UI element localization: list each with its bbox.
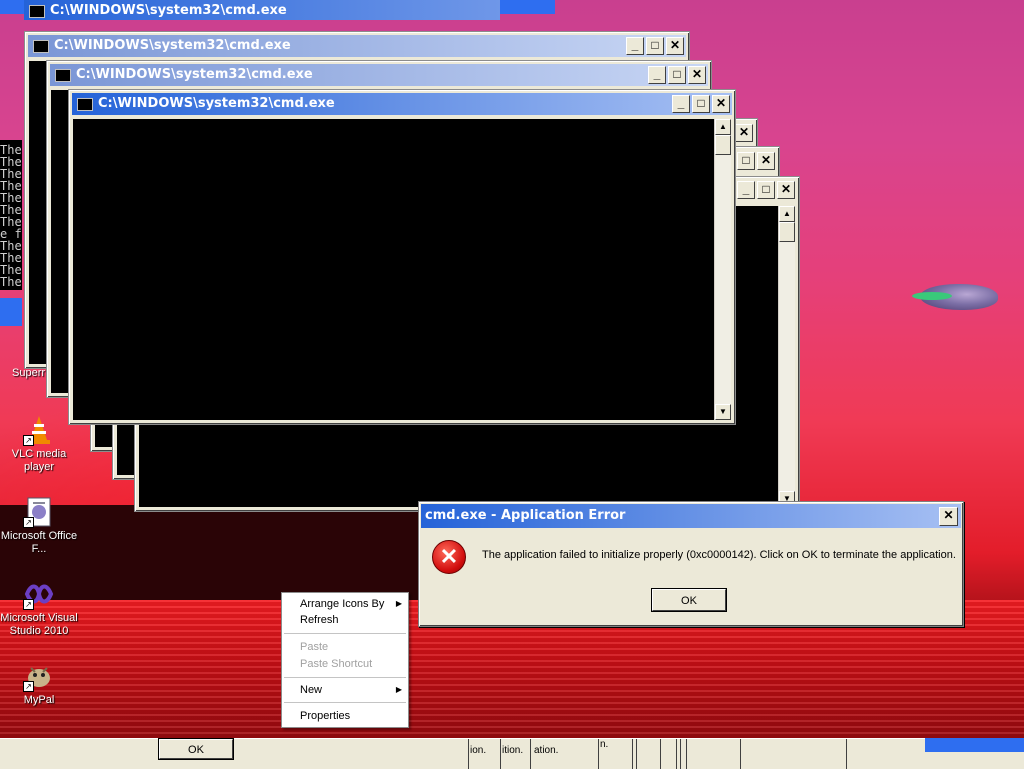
menu-item-properties[interactable]: Properties	[300, 710, 350, 722]
cmd-icon	[77, 98, 93, 111]
scroll-thumb[interactable]	[715, 135, 731, 155]
menu-item-new[interactable]: New	[300, 684, 322, 696]
vertical-scrollbar[interactable]: ▲ ▼	[778, 206, 795, 507]
minimize-button[interactable]: _	[648, 66, 666, 84]
submenu-arrow-icon: ▶	[395, 599, 402, 608]
taskbar-fragment: ation.	[534, 745, 559, 756]
cmd-icon	[29, 5, 45, 18]
scroll-thumb[interactable]	[779, 222, 795, 242]
window-title: C:\WINDOWS\system32\cmd.exe	[50, 3, 287, 18]
desktop-icon-label: MyPal	[23, 694, 55, 706]
close-button[interactable]: ✕	[666, 37, 684, 55]
maximize-button[interactable]: □	[646, 37, 664, 55]
window-title: C:\WINDOWS\system32\cmd.exe	[76, 67, 313, 82]
maximize-button[interactable]: □	[737, 152, 755, 170]
console-area[interactable]	[73, 119, 714, 420]
desktop-icon-visual-studio[interactable]: ↗ Microsoft Visual Studio 2010	[0, 578, 78, 638]
console-line: The	[0, 275, 22, 289]
console-fragment: The The The The The The The e f The The The The	[0, 140, 22, 290]
window-titlebar[interactable]: C:\WINDOWS\system32\cmd.exe _ □ ✕	[50, 64, 708, 86]
desktop-wallpaper-object	[912, 284, 998, 310]
desktop-icon-label: Microsoft Office F...	[0, 530, 78, 555]
maximize-button[interactable]: □	[692, 95, 710, 113]
maximize-button[interactable]: □	[668, 66, 686, 84]
error-x-icon: ✕	[432, 540, 466, 574]
menu-separator	[284, 677, 406, 678]
menu-item-paste: Paste	[300, 641, 329, 653]
window-title: C:\WINDOWS\system32\cmd.exe	[54, 38, 291, 53]
taskbar-ok-button[interactable]: OK	[158, 738, 234, 760]
scroll-down-arrow-icon[interactable]: ▼	[715, 404, 731, 420]
taskbar[interactable]: OK ion. ition. ation. n.	[0, 738, 1024, 769]
close-button[interactable]: ✕	[688, 66, 706, 84]
shortcut-arrow-icon: ↗	[23, 435, 34, 446]
office-document-icon: ↗	[23, 496, 55, 528]
shortcut-arrow-icon: ↗	[23, 517, 34, 528]
cmd-window-front[interactable]: C:\WINDOWS\system32\cmd.exe _ □ ✕ ▲ ▼	[68, 89, 736, 425]
close-button[interactable]: ✕	[712, 95, 730, 113]
desktop-icon-office[interactable]: ↗ Microsoft Office F...	[0, 496, 78, 556]
taskbar-fragment: ition.	[502, 745, 524, 756]
mypal-icon: ↗	[23, 660, 55, 692]
window-titlebar[interactable]: C:\WINDOWS\system32\cmd.exe _ □ ✕	[72, 93, 732, 115]
dialog-ok-button[interactable]: OK	[651, 588, 727, 612]
dialog-close-button[interactable]: ✕	[939, 507, 958, 526]
maximize-button[interactable]: □	[757, 181, 775, 199]
menu-item-refresh[interactable]: Refresh	[300, 614, 339, 626]
shortcut-arrow-icon: ↗	[23, 599, 34, 610]
glitch-blue-strip	[0, 298, 22, 326]
menu-separator	[284, 702, 406, 703]
close-button[interactable]: ✕	[735, 124, 753, 142]
scroll-up-arrow-icon[interactable]: ▲	[715, 119, 731, 135]
taskbar-fragment: n.	[600, 739, 609, 750]
cmd-icon	[55, 69, 71, 82]
menu-item-arrange-icons[interactable]: Arrange Icons By	[300, 598, 384, 610]
menu-separator	[284, 633, 406, 634]
desktop-icon-label: Microsoft Visual Studio 2010	[0, 612, 78, 637]
desktop-icon-mypal[interactable]: ↗ MyPal	[0, 660, 78, 707]
scroll-up-arrow-icon[interactable]: ▲	[779, 206, 795, 222]
minimize-button[interactable]: _	[626, 37, 644, 55]
cmd-icon	[33, 40, 49, 53]
dialog-title: cmd.exe - Application Error	[425, 508, 626, 523]
shortcut-arrow-icon: ↗	[23, 681, 34, 692]
submenu-arrow-icon: ▶	[395, 685, 402, 694]
window-title: C:\WINDOWS\system32\cmd.exe	[98, 96, 335, 111]
close-button[interactable]: ✕	[777, 181, 795, 199]
desktop-context-menu[interactable]: Arrange Icons By ▶ Refresh Paste Paste S…	[281, 592, 409, 728]
minimize-button[interactable]: _	[672, 95, 690, 113]
taskbar-fragment: ion.	[470, 745, 487, 756]
glitch-blue-strip	[925, 738, 1024, 752]
vlc-cone-icon: ↗	[23, 414, 55, 446]
menu-item-paste-shortcut: Paste Shortcut	[300, 658, 373, 670]
vertical-scrollbar[interactable]: ▲ ▼	[714, 119, 731, 420]
desktop-icon-vlc[interactable]: ↗ VLC media player	[0, 414, 78, 474]
desktop-icon-label: VLC media player	[11, 448, 67, 473]
window-titlebar[interactable]: C:\WINDOWS\system32\cmd.exe	[24, 0, 500, 20]
dialog-message: The application failed to initialize pro…	[482, 549, 956, 561]
window-titlebar[interactable]: C:\WINDOWS\system32\cmd.exe _ □ ✕	[28, 35, 686, 57]
visual-studio-icon: ↗	[23, 578, 55, 610]
minimize-button[interactable]: _	[737, 181, 755, 199]
dialog-titlebar[interactable]: cmd.exe - Application Error ✕	[421, 504, 961, 528]
close-button[interactable]: ✕	[757, 152, 775, 170]
